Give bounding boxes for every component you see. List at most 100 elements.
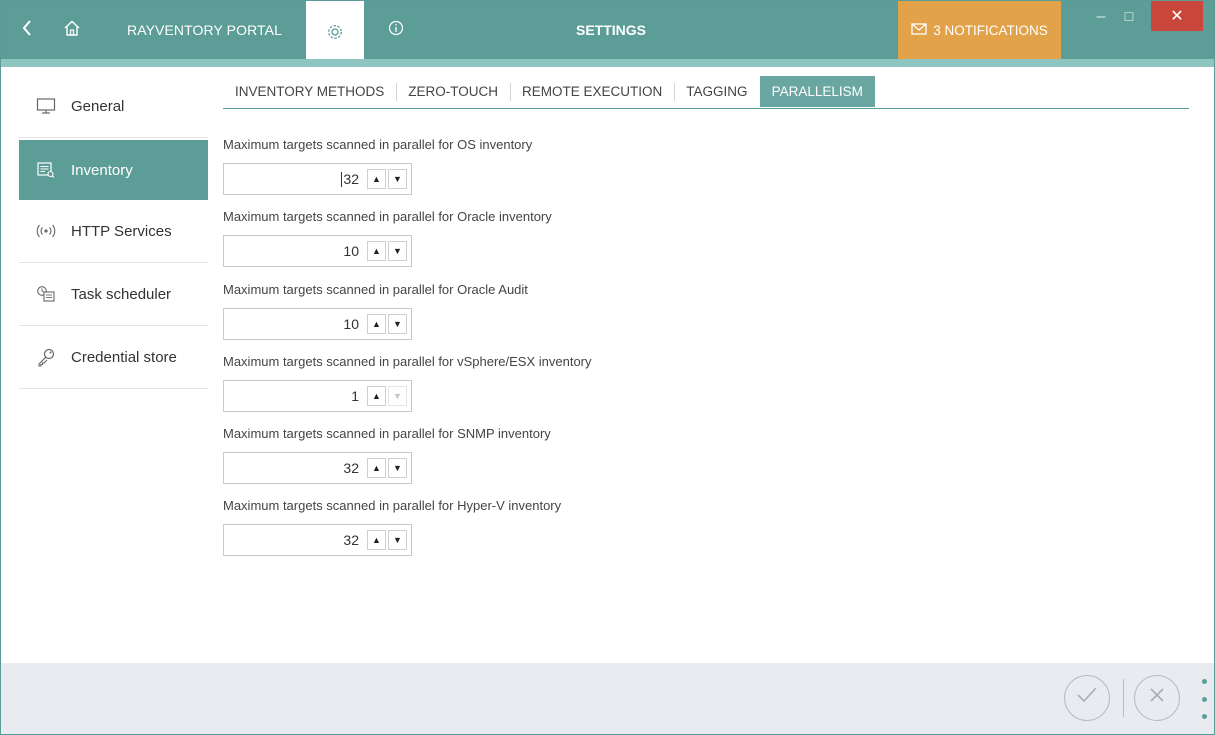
sidebar-item-label: Credential store (71, 348, 177, 366)
setting-hyper-v-inventory: Maximum targets scanned in parallel for … (223, 498, 723, 556)
triangle-down-icon: ▼ (393, 174, 402, 184)
triangle-down-icon: ▼ (393, 319, 402, 329)
snmp-inventory-stepper[interactable]: 32 ▲ ▼ (223, 452, 412, 484)
setting-os-inventory: Maximum targets scanned in parallel for … (223, 137, 723, 195)
app-window: RAYVENTORY PORTAL SETTINGS 3 NOTIFICATIO… (0, 0, 1215, 735)
maximize-icon: ☐ (1123, 10, 1135, 24)
footer-bar (1, 663, 1214, 734)
stepper-value[interactable]: 32 (224, 532, 367, 548)
mail-icon (911, 22, 927, 38)
maximize-button[interactable]: ☐ (1116, 1, 1142, 33)
portal-title[interactable]: RAYVENTORY PORTAL (127, 1, 282, 59)
setting-label: Maximum targets scanned in parallel for … (223, 426, 551, 441)
increment-button[interactable]: ▲ (367, 458, 386, 478)
oracle-inventory-stepper[interactable]: 10 ▲ ▼ (223, 235, 412, 267)
close-icon: ✕ (1170, 8, 1184, 25)
triangle-down-icon: ▼ (393, 463, 402, 473)
decrement-button[interactable]: ▼ (388, 458, 407, 478)
notifications-label: 3 NOTIFICATIONS (933, 22, 1048, 38)
key-icon (35, 346, 57, 368)
title-bar: RAYVENTORY PORTAL SETTINGS 3 NOTIFICATIO… (1, 1, 1214, 67)
close-button[interactable]: ✕ (1151, 1, 1203, 31)
footer-divider (1123, 679, 1124, 717)
increment-button[interactable]: ▲ (367, 314, 386, 334)
more-options-button[interactable] (1197, 679, 1211, 719)
gear-icon (326, 23, 344, 46)
inventory-icon (35, 159, 57, 181)
increment-button[interactable]: ▲ (367, 530, 386, 550)
back-button[interactable] (15, 1, 39, 59)
decrement-button: ▼ (388, 386, 407, 406)
settings-tabs: INVENTORY METHODS ZERO-TOUCH REMOTE EXEC… (223, 76, 1189, 109)
os-inventory-stepper[interactable]: 32 ▲ ▼ (223, 163, 412, 195)
sidebar-item-inventory[interactable]: Inventory (19, 140, 208, 200)
check-circle-icon (1074, 684, 1100, 712)
stepper-value[interactable]: 10 (224, 316, 367, 332)
scheduler-icon (35, 283, 57, 305)
setting-oracle-audit: Maximum targets scanned in parallel for … (223, 282, 723, 340)
stepper-value[interactable]: 32 (224, 171, 367, 188)
sidebar-item-task-scheduler[interactable]: Task scheduler (19, 263, 208, 326)
increment-button[interactable]: ▲ (367, 241, 386, 261)
decrement-button[interactable]: ▼ (388, 169, 407, 189)
sidebar-item-label: Task scheduler (71, 285, 172, 303)
title-accent-strip (1, 59, 1214, 67)
triangle-down-icon: ▼ (393, 535, 402, 545)
info-button[interactable] (381, 1, 411, 59)
setting-label: Maximum targets scanned in parallel for … (223, 498, 562, 513)
broadcast-icon (35, 220, 57, 242)
decrement-button[interactable]: ▼ (388, 241, 407, 261)
setting-oracle-inventory: Maximum targets scanned in parallel for … (223, 209, 723, 267)
tab-parallelism[interactable]: PARALLELISM (759, 76, 875, 107)
triangle-down-icon: ▼ (393, 246, 402, 256)
oracle-audit-stepper[interactable]: 10 ▲ ▼ (223, 308, 412, 340)
sidebar-item-http-services[interactable]: HTTP Services (19, 200, 208, 263)
minimize-icon: – (1096, 8, 1106, 25)
triangle-up-icon: ▲ (372, 246, 381, 256)
cancel-button[interactable] (1134, 675, 1180, 721)
tab-tagging[interactable]: TAGGING (674, 76, 759, 107)
increment-button[interactable]: ▲ (367, 386, 386, 406)
sidebar: General Inventory HTTP Services Task sch… (19, 75, 208, 389)
tab-inventory-methods[interactable]: INVENTORY METHODS (223, 76, 396, 107)
stepper-value[interactable]: 10 (224, 243, 367, 259)
settings-tab[interactable] (306, 1, 364, 67)
chevron-left-icon (21, 17, 33, 43)
decrement-button[interactable]: ▼ (388, 530, 407, 550)
setting-label: Maximum targets scanned in parallel for … (223, 354, 592, 369)
setting-label: Maximum targets scanned in parallel for … (223, 209, 552, 224)
setting-label: Maximum targets scanned in parallel for … (223, 137, 533, 152)
hyper-v-inventory-stepper[interactable]: 32 ▲ ▼ (223, 524, 412, 556)
stepper-value[interactable]: 1 (224, 388, 367, 404)
triangle-up-icon: ▲ (372, 535, 381, 545)
more-vertical-icon (1201, 679, 1207, 684)
x-circle-icon (1146, 684, 1168, 712)
tab-remote-execution[interactable]: REMOTE EXECUTION (510, 76, 674, 107)
triangle-up-icon: ▲ (372, 174, 381, 184)
minimize-button[interactable]: – (1088, 1, 1114, 33)
setting-vsphere-esx-inventory: Maximum targets scanned in parallel for … (223, 354, 723, 412)
page-title: SETTINGS (575, 22, 646, 38)
home-button[interactable] (57, 1, 87, 59)
monitor-icon (35, 95, 57, 117)
stepper-value[interactable]: 32 (224, 460, 367, 476)
decrement-button[interactable]: ▼ (388, 314, 407, 334)
tab-zero-touch[interactable]: ZERO-TOUCH (396, 76, 510, 107)
home-icon (63, 19, 81, 42)
sidebar-item-credential-store[interactable]: Credential store (19, 326, 208, 389)
sidebar-item-label: HTTP Services (71, 222, 172, 240)
triangle-up-icon: ▲ (372, 463, 381, 473)
info-icon (388, 20, 404, 41)
triangle-down-icon: ▼ (393, 391, 402, 401)
setting-snmp-inventory: Maximum targets scanned in parallel for … (223, 426, 723, 484)
ok-button[interactable] (1064, 675, 1110, 721)
sidebar-item-label: Inventory (71, 161, 133, 179)
setting-label: Maximum targets scanned in parallel for … (223, 282, 528, 297)
triangle-up-icon: ▲ (372, 391, 381, 401)
sidebar-item-general[interactable]: General (19, 75, 208, 138)
increment-button[interactable]: ▲ (367, 169, 386, 189)
vsphere-esx-inventory-stepper[interactable]: 1 ▲ ▼ (223, 380, 412, 412)
sidebar-item-label: General (71, 97, 125, 115)
triangle-up-icon: ▲ (372, 319, 381, 329)
notifications-button[interactable]: 3 NOTIFICATIONS (898, 1, 1061, 59)
